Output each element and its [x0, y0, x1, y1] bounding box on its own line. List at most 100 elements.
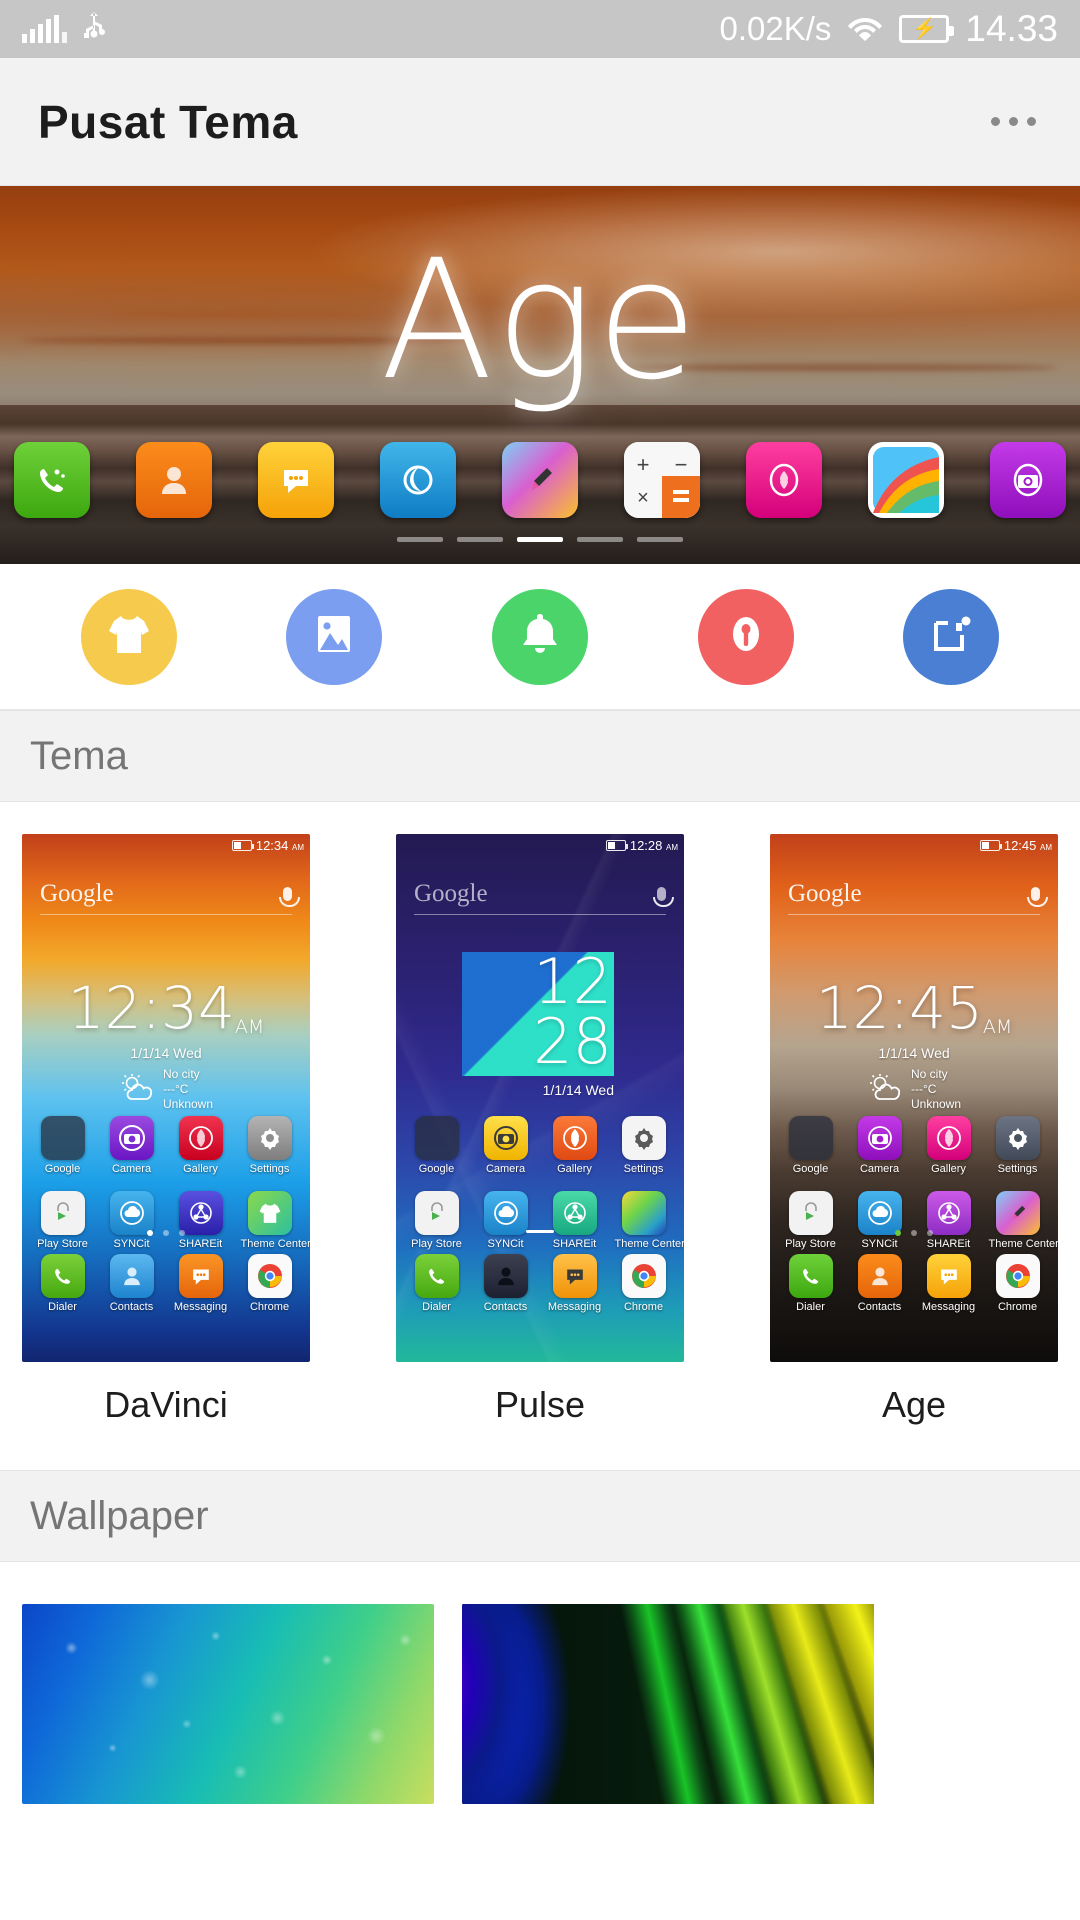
camera-icon [990, 442, 1066, 518]
category-ringtone[interactable] [491, 588, 588, 685]
app-grid-row: Google Camera Gallery Settings [22, 1116, 310, 1175]
clock-time: 12:34 [67, 974, 235, 1042]
app-google: Google [34, 1116, 92, 1175]
app-label: SYNCit [861, 1238, 898, 1250]
overflow-menu-button[interactable] [985, 101, 1042, 142]
app-dialer: Dialer [782, 1254, 840, 1313]
wallpaper-curves[interactable] [462, 1604, 874, 1804]
app-label: Dialer [48, 1301, 77, 1313]
theme-card-age[interactable]: 12:45 AM Google 12:45AM 1/1/14 Wed No ci… [770, 834, 1058, 1426]
settings-icon [995, 1116, 1040, 1160]
clock-date: 1/1/14 Wed [130, 1045, 202, 1061]
app-label: Settings [997, 1163, 1038, 1175]
overflow-dot [1027, 117, 1036, 126]
app-label: Messaging [921, 1301, 976, 1313]
weather-city: No city [910, 1067, 948, 1081]
theme-center-icon [621, 1191, 666, 1235]
app-bar: Pusat Tema [0, 58, 1080, 186]
weather-temp: ---°C [910, 1082, 937, 1096]
theme-center-icon [995, 1191, 1040, 1235]
page-dot [457, 537, 503, 542]
section-header-theme: Tema [0, 710, 1080, 802]
gallery-icon [178, 1116, 223, 1160]
category-wallpaper[interactable] [286, 588, 383, 685]
clock-ampm: AM [234, 1016, 265, 1038]
app-label: Dialer [796, 1301, 825, 1313]
app-label: Play Store [37, 1238, 88, 1250]
app-messaging: Messaging [172, 1254, 230, 1313]
app-play-store: Play Store [408, 1191, 466, 1250]
svg-text:−: − [675, 452, 688, 477]
app-label: Chrome [623, 1301, 664, 1313]
category-row [0, 564, 1080, 710]
preview-clock: 12:45 AM [1003, 837, 1052, 853]
shareit-icon [926, 1191, 971, 1235]
app-theme-center: Theme Center [615, 1191, 684, 1250]
mic-icon [1027, 887, 1048, 907]
clock-date: 1/1/14 Wed [542, 1082, 614, 1098]
app-camera: Camera [477, 1116, 535, 1175]
page-dot [911, 1230, 917, 1236]
contacts-icon [109, 1254, 154, 1298]
featured-theme-banner[interactable]: Age + − × [0, 186, 1080, 564]
banner-theme-name: Age [380, 224, 700, 416]
usb-icon [81, 11, 107, 47]
app-label: Chrome [249, 1301, 290, 1313]
google-logo: Google [414, 880, 488, 907]
status-clock: 14.33 [965, 8, 1058, 49]
wallpaper-waterdrops[interactable] [22, 1604, 434, 1804]
svg-text:×: × [637, 487, 649, 509]
app-label: Messaging [547, 1301, 602, 1313]
preview-clock-widget: 12:34AM 1/1/14 Wed No city ---°C Unknown [22, 979, 310, 1112]
water-droplets-overlay [22, 1604, 434, 1804]
curves-overlay [462, 1604, 874, 1804]
app-label: Google [792, 1163, 829, 1175]
app-grid-row: Play Store SYNCit SHAREit Theme Center [396, 1191, 684, 1250]
app-play-store: Play Store [782, 1191, 840, 1250]
theme-card-davinci[interactable]: 12:34 AM Google 12:34AM 1/1/14 Wed No ci… [22, 834, 310, 1426]
google-logo: Google [788, 880, 862, 907]
gallery-icon [746, 442, 822, 518]
theme-list: 12:34 AM Google 12:34AM 1/1/14 Wed No ci… [0, 802, 1080, 1436]
category-theme[interactable] [80, 588, 177, 685]
weather-condition: Unknown [162, 1097, 214, 1111]
category-widget[interactable] [903, 588, 1000, 685]
theme-card-pulse[interactable]: 12:28 AM Google 12 28 1/1/14 Wed Google … [396, 834, 684, 1426]
section-title: Tema [30, 733, 128, 778]
contacts-icon [483, 1254, 528, 1298]
phone-icon [14, 442, 90, 518]
bell-icon [515, 609, 565, 664]
app-grid-row: Google Camera Gallery Settings [770, 1116, 1058, 1175]
app-contacts: Contacts [477, 1254, 535, 1313]
app-shareit: SHAREit [172, 1191, 230, 1250]
page-dot [577, 537, 623, 542]
shareit-icon [178, 1191, 223, 1235]
svg-text:+: + [637, 452, 650, 477]
app-grid-row: Play Store SYNCit SHAREit Theme Center [770, 1191, 1058, 1250]
mic-icon [279, 887, 300, 907]
weather-condition: Unknown [910, 1097, 962, 1111]
page-dot-active [147, 1230, 153, 1236]
app-label: Camera [859, 1163, 900, 1175]
wifi-icon [847, 13, 883, 46]
app-messaging: Messaging [920, 1254, 978, 1313]
banner-page-indicator [0, 537, 1080, 542]
phone-icon [40, 1254, 85, 1298]
clock-time: 12:45 [815, 974, 983, 1042]
app-settings: Settings [615, 1116, 673, 1175]
app-theme-center: Theme Center [989, 1191, 1058, 1250]
app-settings: Settings [241, 1116, 299, 1175]
theme-name: Age [881, 1384, 947, 1425]
signal-bars-icon [22, 15, 67, 43]
dock-row: Dialer Contacts Messaging Chrome [770, 1254, 1058, 1313]
category-lockscreen[interactable] [697, 588, 794, 685]
app-gallery: Gallery [920, 1116, 978, 1175]
app-syncit: SYNCit [851, 1191, 909, 1250]
app-label: Google [44, 1163, 81, 1175]
google-folder-icon [40, 1116, 85, 1160]
app-gallery: Gallery [546, 1116, 604, 1175]
theme-center-icon [247, 1191, 292, 1235]
app-play-store: Play Store [34, 1191, 92, 1250]
image-icon [309, 609, 359, 664]
shareit-icon [552, 1191, 597, 1235]
